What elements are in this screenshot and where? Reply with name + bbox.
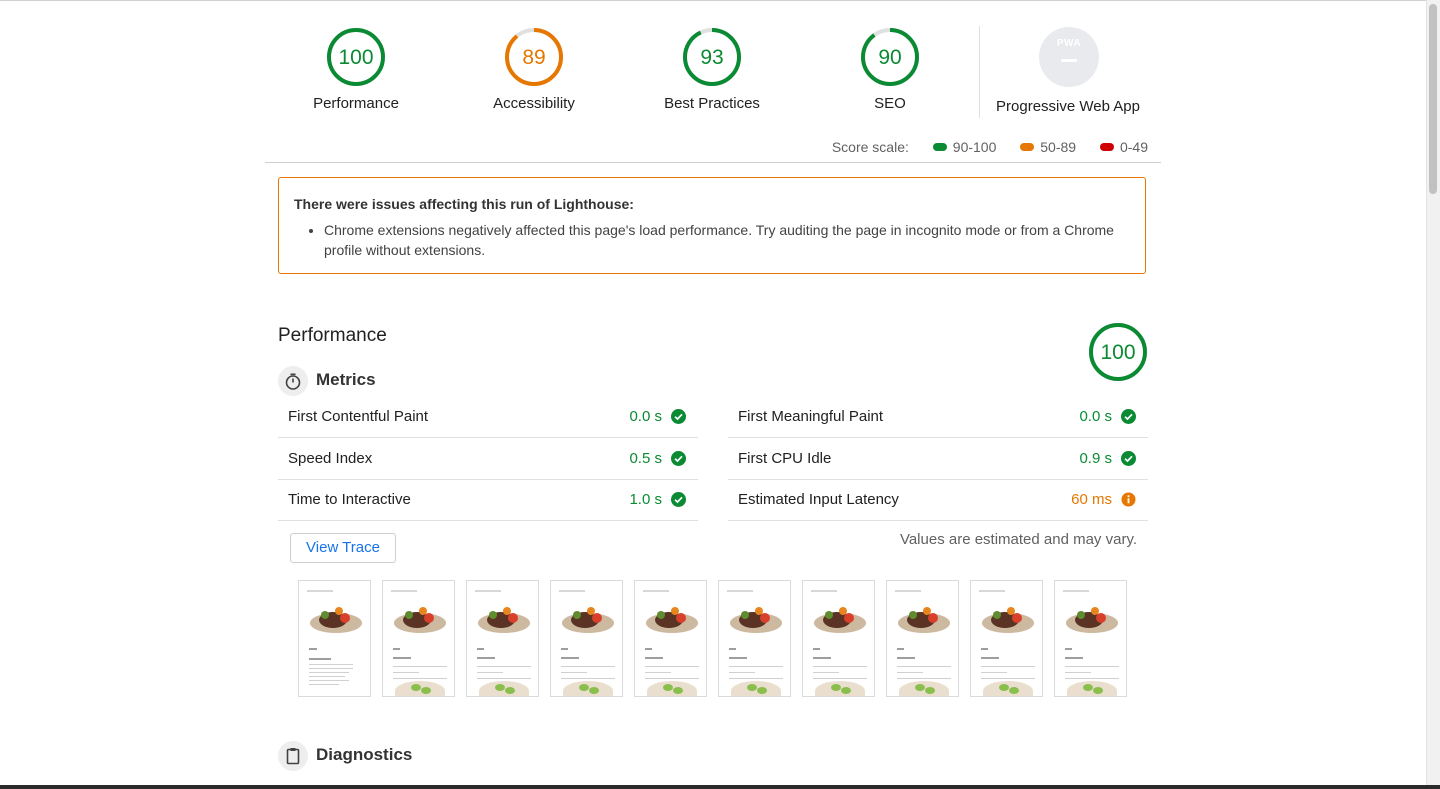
gauge-performance-ring: 100 — [327, 28, 385, 86]
scale-pass-icon — [932, 143, 947, 152]
header-divider — [265, 162, 1161, 163]
stopwatch-icon — [278, 366, 308, 396]
gauge-accessibility-ring: 89 — [505, 28, 563, 86]
run-warning-item: Chrome extensions negatively affected th… — [324, 220, 1129, 260]
filmstrip-frame — [298, 580, 371, 697]
check-circle-icon — [671, 409, 686, 424]
scale-fail-icon — [1099, 143, 1114, 152]
gauge-seo-ring: 90 — [861, 28, 919, 86]
run-warnings-title: There were issues affecting this run of … — [294, 196, 634, 212]
run-warnings-list: Chrome extensions negatively affected th… — [294, 220, 1129, 260]
gauge-best-practices-label: Best Practices — [664, 95, 760, 112]
metric-row: First CPU Idle 0.9 s — [728, 438, 1148, 480]
check-circle-icon — [671, 492, 686, 507]
filmstrip-frame — [634, 580, 707, 697]
performance-section-ring: 100 — [1089, 323, 1147, 381]
filmstrip-frame — [466, 580, 539, 697]
pwa-badge-text: PWA — [1056, 38, 1082, 49]
metric-name: Speed Index — [288, 450, 373, 467]
scrollbar-thumb[interactable] — [1429, 4, 1437, 194]
metric-name: First CPU Idle — [738, 450, 832, 467]
gauge-best-practices-ring: 93 — [683, 28, 741, 86]
info-circle-icon — [1121, 492, 1136, 507]
view-trace-button[interactable]: View Trace — [290, 533, 396, 563]
metric-name: Estimated Input Latency — [738, 491, 899, 508]
gauge-accessibility[interactable]: 89 Accessibility — [444, 27, 624, 112]
gauge-pwa-label: Progressive Web App — [996, 98, 1140, 115]
performance-section-gauge[interactable]: 100 — [1088, 322, 1148, 387]
gauge-best-practices[interactable]: 93 Best Practices — [622, 27, 802, 112]
performance-section-title: Performance — [278, 325, 387, 346]
metric-value: 0.0 s — [1079, 408, 1112, 425]
metric-value: 60 ms — [1071, 491, 1112, 508]
scale-range-pass: 90-100 — [952, 139, 997, 156]
filmstrip-frame — [382, 580, 455, 697]
metric-value: 0.5 s — [629, 450, 662, 467]
diagnostics-title: Diagnostics — [316, 745, 413, 764]
gauge-seo-score: 90 — [878, 46, 901, 69]
metric-value: 1.0 s — [629, 491, 662, 508]
filmstrip-frame — [550, 580, 623, 697]
clipboard-icon — [278, 741, 308, 771]
gauge-best-practices-score: 93 — [700, 46, 723, 69]
filmstrip — [298, 580, 1130, 698]
metric-value: 0.9 s — [1079, 450, 1112, 467]
gauge-seo[interactable]: 90 SEO — [800, 27, 980, 112]
scale-range-average: 50-89 — [1040, 139, 1077, 156]
estimate-note: Values are estimated and may vary. — [899, 531, 1137, 548]
filmstrip-frame — [886, 580, 959, 697]
metric-name: First Meaningful Paint — [738, 408, 884, 425]
score-scale-label: Score scale: — [831, 139, 909, 156]
scale-average-icon — [1020, 143, 1035, 152]
metric-name: First Contentful Paint — [288, 408, 429, 425]
scale-range-fail: 0-49 — [1119, 139, 1148, 156]
gauge-seo-label: SEO — [874, 95, 906, 112]
window-bottom-edge — [0, 785, 1440, 789]
gauge-accessibility-label: Accessibility — [493, 95, 575, 112]
pwa-dash-icon — [1061, 59, 1077, 62]
run-warnings-box: There were issues affecting this run of … — [278, 177, 1146, 274]
gauge-performance-label: Performance — [313, 95, 399, 112]
pwa-badge-icon[interactable]: PWA — [1039, 27, 1099, 87]
filmstrip-frame — [718, 580, 791, 697]
window-top-border — [0, 0, 1440, 1]
metric-row: Speed Index 0.5 s — [278, 438, 698, 480]
score-scale: Score scale: 90-100 50-89 0-49 — [700, 138, 1148, 156]
check-circle-icon — [671, 451, 686, 466]
gauge-performance-score: 100 — [338, 46, 373, 69]
metric-row: Time to Interactive 1.0 s — [278, 479, 698, 521]
metric-name: Time to Interactive — [288, 491, 411, 508]
filmstrip-frame — [1054, 580, 1127, 697]
metric-row: First Contentful Paint 0.0 s — [278, 396, 698, 438]
filmstrip-frame — [970, 580, 1043, 697]
filmstrip-frame — [802, 580, 875, 697]
metrics-title: Metrics — [316, 370, 376, 389]
gauge-accessibility-score: 89 — [522, 46, 545, 69]
performance-section-score: 100 — [1100, 341, 1135, 364]
check-circle-icon — [1121, 451, 1136, 466]
metric-row: First Meaningful Paint 0.0 s — [728, 396, 1148, 438]
check-circle-icon — [1121, 409, 1136, 424]
metric-value: 0.0 s — [629, 408, 662, 425]
gauge-performance[interactable]: 100 Performance — [266, 27, 446, 112]
metric-row: Estimated Input Latency 60 ms — [728, 479, 1148, 521]
